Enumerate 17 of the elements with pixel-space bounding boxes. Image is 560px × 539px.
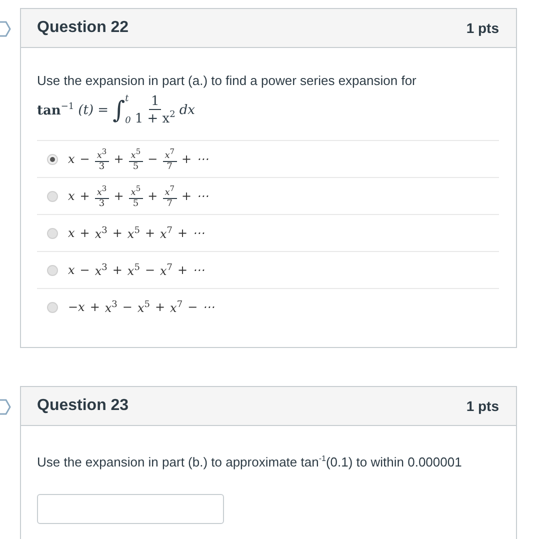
question-title: Question 22 (37, 19, 129, 37)
flag-icon[interactable] (0, 398, 12, 416)
radio-button[interactable] (47, 190, 58, 202)
flag-icon[interactable] (0, 20, 12, 38)
radio-button[interactable] (47, 302, 58, 313)
answer-field[interactable] (37, 494, 224, 524)
question-points: 1 pts (466, 398, 499, 414)
answer-formula[interactable]: x + x$^{3}$ + x$^{5}$ + x$^{7}$ + ⋯ (68, 226, 205, 241)
answer-formula[interactable]: x − x$^{3}$ + x$^{5}$ − x$^{7}$ + ⋯ (68, 262, 205, 278)
question-text: Use the expansion in part (a.) to find a power series expansion for (37, 72, 418, 90)
radio-button[interactable] (47, 228, 58, 239)
question-text: Use the expansion in part (b.) to approximate tan$^{-1}$(0.1) to within 0.000001 (37, 453, 463, 472)
radio-button[interactable] (47, 264, 58, 276)
question-title: Question 23 (37, 397, 129, 416)
answer-formula[interactable]: −x + x$^{3}$ − x$^{5}$ + x$^{7}$ − ⋯ (68, 300, 215, 315)
question-points: 1 pts (466, 20, 499, 36)
radio-button[interactable] (47, 154, 58, 165)
